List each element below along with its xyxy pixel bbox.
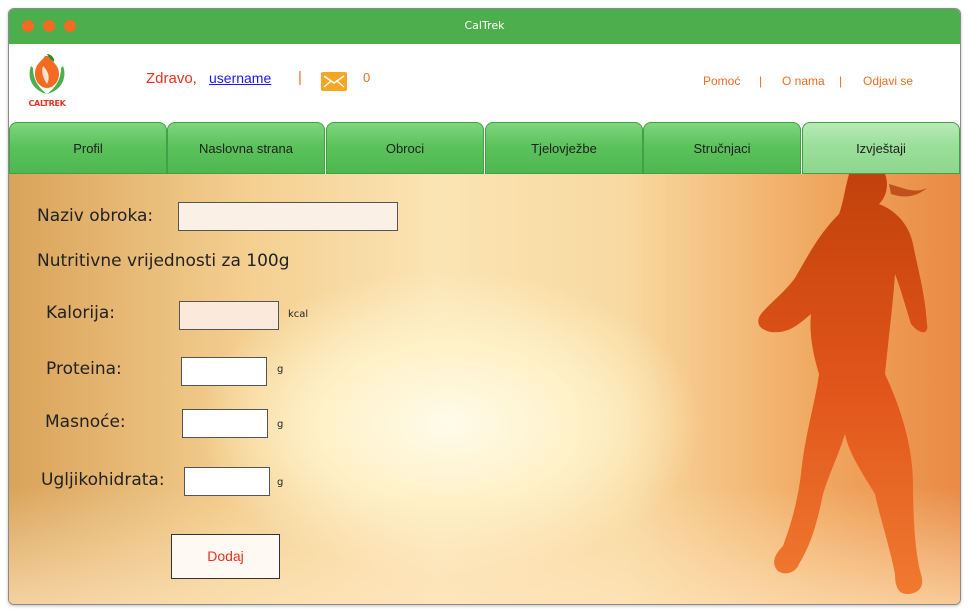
meal-form-panel: Naziv obroka: Nutritivne vrijednosti za … [9,174,960,604]
tab-tjelovjezbe[interactable]: Tjelovježbe [485,122,643,174]
header-separator: | [298,69,302,86]
tab-naslovna-strana[interactable]: Naslovna strana [167,122,325,174]
envelope-icon [323,75,345,88]
header: CALTREK Zdravo, username | 0 Pomoć | O n… [9,44,960,122]
mail-icon[interactable] [321,72,347,91]
calories-unit: kcal [288,309,309,320]
fat-label: Masnoće: [45,412,126,432]
fat-unit: g [277,419,284,430]
carbs-unit: g [277,477,284,488]
tab-obroci[interactable]: Obroci [326,122,484,174]
nutrition-heading: Nutritivne vrijednosti za 100g [37,251,290,271]
meal-name-label: Naziv obroka: [37,206,154,226]
main-tabs: Profil Naslovna strana Obroci Tjelovježb… [9,122,960,174]
carbs-label: Ugljikohidrata: [41,470,165,490]
protein-unit: g [277,364,284,375]
caltrek-logo-icon [29,54,65,94]
window-title: CalTrek [464,19,505,32]
app-window: CalTrek CALTREK Zdravo, username | 0 Pom… [8,8,961,605]
caltrek-logo[interactable]: CALTREK [21,52,73,114]
calories-label: Kalorija: [46,303,115,323]
logo-text: CALTREK [28,99,66,108]
carbs-input[interactable] [184,467,270,496]
username-link[interactable]: username [209,70,271,86]
link-divider: | [839,74,843,88]
help-link[interactable]: Pomoć [703,74,740,88]
link-divider: | [759,74,763,88]
about-link[interactable]: O nama [782,74,825,88]
greeting-text: Zdravo, [146,70,197,87]
add-meal-button[interactable]: Dodaj [171,534,280,579]
fat-input[interactable] [182,409,268,438]
meal-name-input[interactable] [178,202,398,231]
protein-input[interactable] [181,357,267,386]
logout-link[interactable]: Odjavi se [863,74,913,88]
tab-izvjestaji[interactable]: Izvještaji [802,122,960,174]
message-count: 0 [363,70,371,85]
protein-label: Proteina: [46,359,122,379]
tab-profil[interactable]: Profil [9,122,167,174]
runner-silhouette-image [758,174,928,594]
title-bar: CalTrek [9,9,960,44]
calories-input[interactable] [179,301,279,330]
tab-strucnjaci[interactable]: Stručnjaci [643,122,801,174]
